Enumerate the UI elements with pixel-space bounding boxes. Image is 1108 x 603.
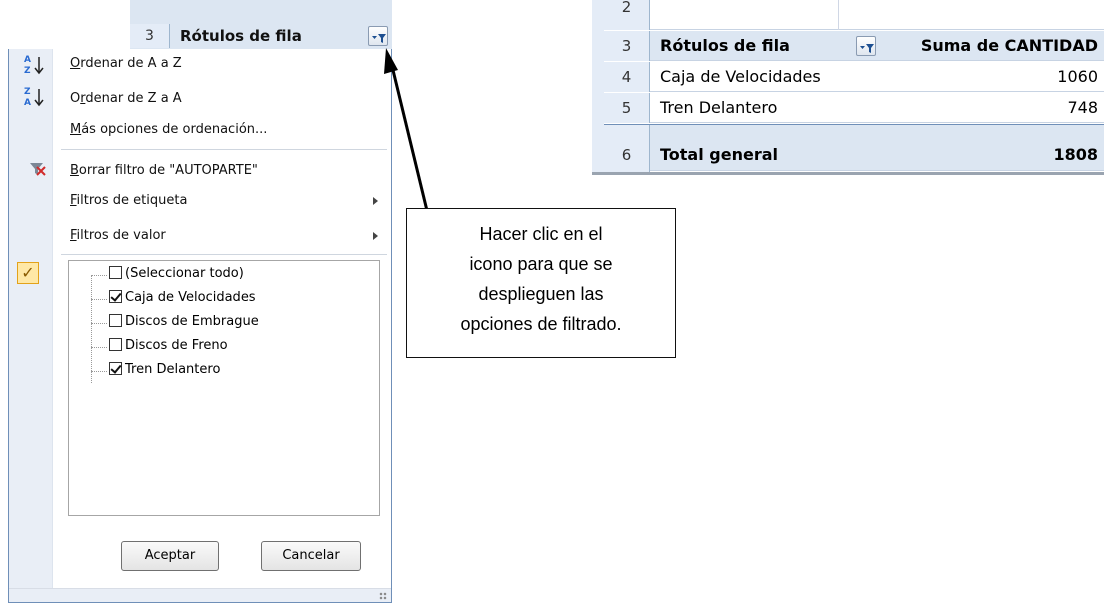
callout-line: opciones de filtrado. bbox=[460, 314, 622, 334]
callout-line: Hacer clic en el bbox=[479, 224, 603, 244]
callout-line: desplieguen las bbox=[478, 284, 604, 304]
callout-line: icono para que se bbox=[469, 254, 613, 274]
instruction-callout: Hacer clic en el icono para que se despl… bbox=[406, 208, 676, 358]
